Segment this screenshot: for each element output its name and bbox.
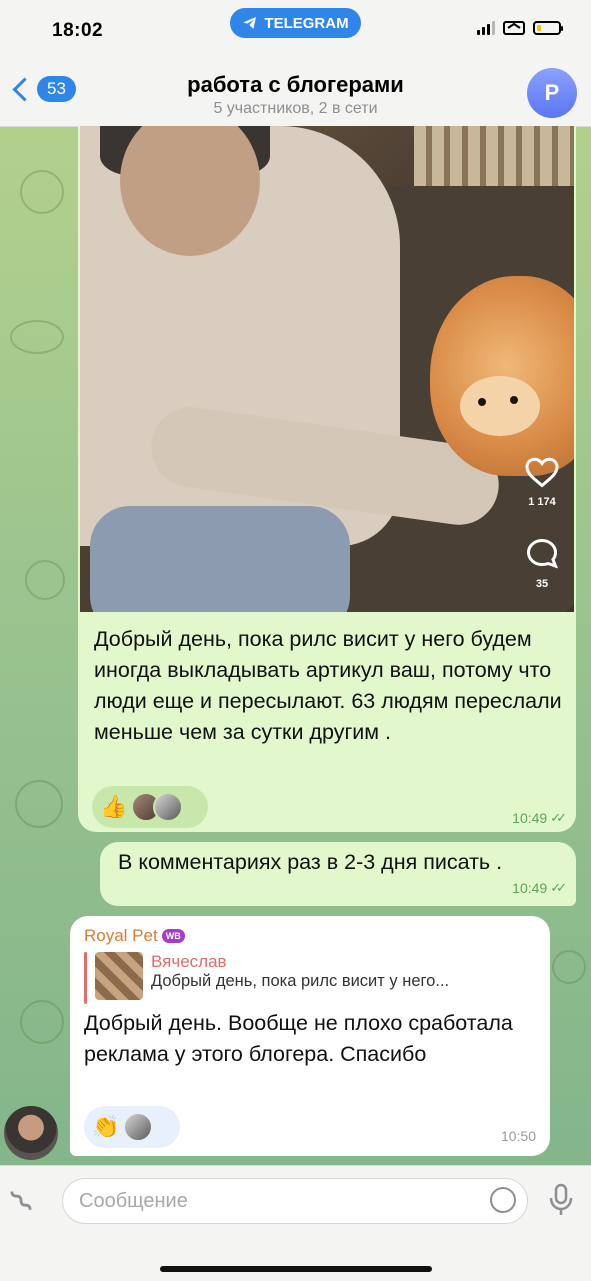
reel-comments[interactable]: 35 <box>524 536 560 590</box>
reel-video-preview[interactable]: 1 174 35 <box>80 126 574 612</box>
incoming-reply-message[interactable]: Royal Pet WB Вячеслав Добрый день, пока … <box>70 916 550 1156</box>
reply-thumbnail <box>95 952 143 1000</box>
message-meta: 10:49 ✓✓ <box>512 880 567 896</box>
reply-author: Вячеслав <box>151 952 227 971</box>
jeans-shape <box>90 506 350 612</box>
sender-avatar[interactable] <box>4 1106 58 1160</box>
reply-quote[interactable]: Вячеслав Добрый день, пока рилс висит у … <box>84 952 540 1004</box>
message-text: В комментариях раз в 2-3 дня писать . <box>118 850 503 874</box>
status-icons <box>477 20 563 36</box>
message-time: 10:49 <box>512 880 548 896</box>
vpn-network-icon <box>503 21 525 35</box>
clapping-reaction-icon: 👏 <box>92 1114 120 1139</box>
reel-comments-count: 35 <box>535 578 549 590</box>
pattern-doodle <box>20 170 64 214</box>
chat-header: 53 работа с блогерами 5 участников, 2 в … <box>0 48 591 127</box>
sender-name-label: Royal Pet <box>84 926 158 945</box>
battery-icon <box>533 21 563 35</box>
message-time: 10:50 <box>500 1128 536 1144</box>
reply-snippet: Добрый день, пока рилс висит у него... <box>151 972 450 990</box>
dog-eye <box>510 396 518 404</box>
status-time: 18:02 <box>52 20 104 41</box>
pattern-doodle <box>15 780 63 828</box>
dog-face <box>460 376 540 436</box>
chat-subtitle: 5 участников, 2 в сети <box>213 100 378 117</box>
telegram-pill[interactable]: TELEGRAM <box>230 8 361 38</box>
composer-bar: ⌇ <box>0 1165 591 1281</box>
reaction-chip[interactable]: 👍 <box>92 786 208 828</box>
paperclip-icon[interactable]: ⌇ <box>2 1182 42 1222</box>
reel-like[interactable]: 1 174 <box>524 454 560 508</box>
comment-bubble-icon <box>526 538 559 569</box>
reactor-avatar <box>153 792 184 822</box>
outgoing-text-message[interactable]: В комментариях раз в 2-3 дня писать . 10… <box>100 842 576 906</box>
pattern-doodle <box>552 950 586 984</box>
reel-likes-count: 1 174 <box>528 496 556 508</box>
dog-eye <box>478 398 486 406</box>
reactor-avatar <box>123 1112 154 1142</box>
heart-icon <box>525 457 559 488</box>
wb-badge-icon: WB <box>161 929 185 943</box>
message-text: Добрый день, пока рилс висит у него буде… <box>94 627 562 744</box>
message-time: 10:49 <box>512 810 548 826</box>
pattern-doodle <box>20 1000 64 1044</box>
microphone-icon[interactable] <box>548 1183 574 1217</box>
app-pill-label: TELEGRAM <box>264 14 349 32</box>
outgoing-media-message[interactable]: 1 174 35 Добрый день, пока рилс висит у … <box>78 126 576 832</box>
status-bar: 18:02 TELEGRAM <box>0 0 591 48</box>
message-text: Добрый день. Вообще не плохо сработала р… <box>84 1011 513 1066</box>
chat-title[interactable]: работа с блогерами <box>0 72 591 98</box>
telegram-plane-icon <box>243 17 257 29</box>
background-shelf <box>414 126 574 186</box>
home-indicator <box>160 1266 432 1272</box>
signal-icon <box>477 21 495 35</box>
double-check-icon: ✓✓ <box>550 880 567 895</box>
reply-accent-bar <box>84 952 87 1004</box>
double-check-icon: ✓✓ <box>550 810 567 825</box>
message-meta: 10:49 ✓✓ <box>512 810 567 826</box>
reaction-chip[interactable]: 👏 <box>84 1106 180 1148</box>
pattern-doodle <box>10 320 64 354</box>
message-input[interactable] <box>62 1178 528 1224</box>
group-avatar[interactable]: P <box>527 68 577 118</box>
sticker-icon[interactable] <box>490 1187 516 1213</box>
pattern-doodle <box>25 560 65 600</box>
sender-name[interactable]: Royal Pet WB <box>84 926 185 946</box>
thumbs-up-reaction-icon: 👍 <box>100 794 128 819</box>
